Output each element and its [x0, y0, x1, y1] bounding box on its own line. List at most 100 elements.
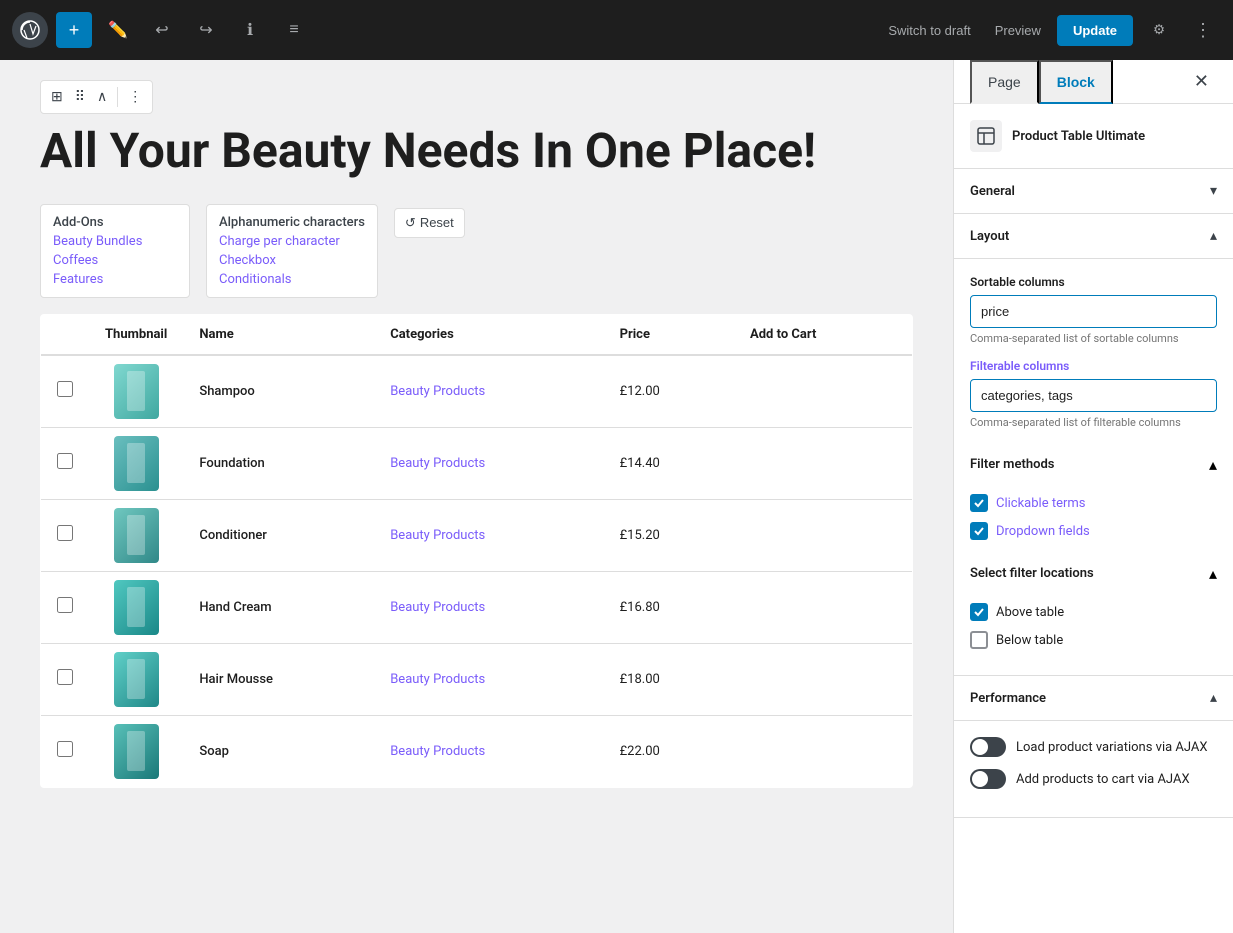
category-link[interactable]: Beauty Products: [390, 384, 485, 399]
row-name-cell: Foundation: [183, 427, 374, 499]
filter-item[interactable]: Add-Ons: [53, 213, 177, 232]
table-row: Hand Cream Beauty Products £16.80: [41, 571, 913, 643]
filter-locations-container: Select filter locations ▴ Above table Be…: [970, 552, 1217, 649]
tab-block[interactable]: Block: [1039, 60, 1113, 104]
add-to-cart-ajax-toggle[interactable]: [970, 769, 1006, 789]
update-button[interactable]: Update: [1057, 15, 1133, 46]
filter-methods-header[interactable]: Filter methods ▴: [970, 443, 1217, 486]
below-table-group: Below table: [970, 631, 1217, 649]
filter-locations-chevron-icon: ▴: [1209, 564, 1217, 583]
block-icon: [970, 120, 1002, 152]
performance-chevron-icon: ▴: [1210, 690, 1217, 706]
switch-to-draft-button[interactable]: Switch to draft: [880, 17, 978, 44]
category-link[interactable]: Beauty Products: [390, 744, 485, 759]
tab-page[interactable]: Page: [970, 60, 1039, 104]
filter-tags-area: Add-Ons Beauty Bundles Coffees Features …: [40, 204, 913, 298]
row-name-cell: Hand Cream: [183, 571, 374, 643]
row-checkbox[interactable]: [57, 525, 73, 541]
filter-item[interactable]: Alphanumeric characters: [219, 213, 365, 232]
filter-item[interactable]: Features: [53, 270, 177, 289]
row-checkbox[interactable]: [57, 741, 73, 757]
performance-section-content: Load product variations via AJAX Add pro…: [954, 721, 1233, 818]
clickable-terms-checkbox[interactable]: [970, 494, 988, 512]
load-variations-toggle[interactable]: [970, 737, 1006, 757]
sortable-columns-label: Sortable columns: [970, 275, 1217, 289]
above-table-checkbox[interactable]: [970, 603, 988, 621]
dropdown-fields-group: Dropdown fields: [970, 522, 1217, 540]
wp-logo[interactable]: [12, 12, 48, 48]
table-row: Hair Mousse Beauty Products £18.00: [41, 643, 913, 715]
reset-button[interactable]: ↺ Reset: [394, 208, 465, 238]
above-table-group: Above table: [970, 603, 1217, 621]
row-checkbox[interactable]: [57, 453, 73, 469]
row-thumbnail-cell: [89, 643, 183, 715]
edit-icon-button[interactable]: ✏️: [100, 12, 136, 48]
performance-section-header[interactable]: Performance ▴: [954, 676, 1233, 721]
row-add-to-cart-cell: [734, 715, 913, 787]
filter-item[interactable]: Conditionals: [219, 270, 365, 289]
undo-button[interactable]: ↩: [144, 12, 180, 48]
drag-handle[interactable]: ⠿: [71, 85, 89, 109]
row-name-cell: Conditioner: [183, 499, 374, 571]
table-block-icon: [976, 126, 996, 146]
filter-item[interactable]: Coffees: [53, 251, 177, 270]
filterable-columns-input[interactable]: [970, 379, 1217, 412]
below-table-checkbox[interactable]: [970, 631, 988, 649]
reset-label: Reset: [420, 215, 454, 230]
settings-button[interactable]: ⚙: [1141, 12, 1177, 48]
category-link[interactable]: Beauty Products: [390, 600, 485, 615]
general-section-header[interactable]: General ▾: [954, 169, 1233, 214]
product-thumbnail: [114, 580, 159, 635]
row-checkbox[interactable]: [57, 381, 73, 397]
load-variations-group: Load product variations via AJAX: [970, 737, 1217, 757]
filter-item[interactable]: Checkbox: [219, 251, 365, 270]
table-icon[interactable]: ⊞: [47, 85, 67, 109]
filter-item[interactable]: Beauty Bundles: [53, 232, 177, 251]
row-checkbox[interactable]: [57, 597, 73, 613]
add-block-button[interactable]: +: [56, 12, 92, 48]
load-variations-label: Load product variations via AJAX: [1016, 740, 1208, 755]
layout-section-content: Sortable columns Comma-separated list of…: [954, 259, 1233, 676]
col-name: Name: [183, 314, 374, 355]
row-price-cell: £12.00: [604, 355, 734, 428]
row-checkbox-cell: [41, 715, 90, 787]
clickable-terms-group: Clickable terms: [970, 494, 1217, 512]
filter-locations-header[interactable]: Select filter locations ▴: [970, 552, 1217, 595]
block-title: Product Table Ultimate: [1012, 129, 1145, 144]
info-button[interactable]: ℹ: [232, 12, 268, 48]
more-options-button[interactable]: ⋮: [1185, 12, 1221, 48]
close-sidebar-button[interactable]: ✕: [1186, 60, 1217, 103]
row-thumbnail-cell: [89, 571, 183, 643]
product-table: Thumbnail Name Categories Price Add to C…: [40, 314, 913, 788]
main-layout: ⊞ ⠿ ∧ ⋮ All Your Beauty Needs In One Pla…: [0, 60, 1233, 933]
category-link[interactable]: Beauty Products: [390, 672, 485, 687]
row-price-cell: £16.80: [604, 571, 734, 643]
add-to-cart-ajax-label: Add products to cart via AJAX: [1016, 772, 1190, 787]
filter-item[interactable]: Charge per character: [219, 232, 365, 251]
row-checkbox-cell: [41, 355, 90, 428]
table-row: Soap Beauty Products £22.00: [41, 715, 913, 787]
row-category-cell: Beauty Products: [374, 427, 603, 499]
list-view-button[interactable]: ≡: [276, 12, 312, 48]
category-link[interactable]: Beauty Products: [390, 456, 485, 471]
preview-button[interactable]: Preview: [987, 17, 1049, 44]
row-price-cell: £18.00: [604, 643, 734, 715]
toggle-knob-2: [972, 771, 988, 787]
row-checkbox[interactable]: [57, 669, 73, 685]
check-icon: [973, 525, 985, 537]
row-add-to-cart-cell: [734, 499, 913, 571]
move-up-icon[interactable]: ∧: [93, 85, 111, 109]
category-link[interactable]: Beauty Products: [390, 528, 485, 543]
reset-icon: ↺: [405, 215, 416, 231]
filterable-columns-label: Filterable columns: [970, 359, 1217, 373]
sortable-columns-input[interactable]: [970, 295, 1217, 328]
more-options-icon[interactable]: ⋮: [124, 85, 146, 109]
thumb-inner: [127, 659, 145, 699]
row-category-cell: Beauty Products: [374, 643, 603, 715]
filterable-columns-hint: Comma-separated list of filterable colum…: [970, 416, 1217, 429]
filter-column-2: Alphanumeric characters Charge per chara…: [206, 204, 378, 298]
dropdown-fields-checkbox[interactable]: [970, 522, 988, 540]
redo-button[interactable]: ↪: [188, 12, 224, 48]
row-thumbnail-cell: [89, 355, 183, 428]
layout-section-header[interactable]: Layout ▴: [954, 214, 1233, 259]
